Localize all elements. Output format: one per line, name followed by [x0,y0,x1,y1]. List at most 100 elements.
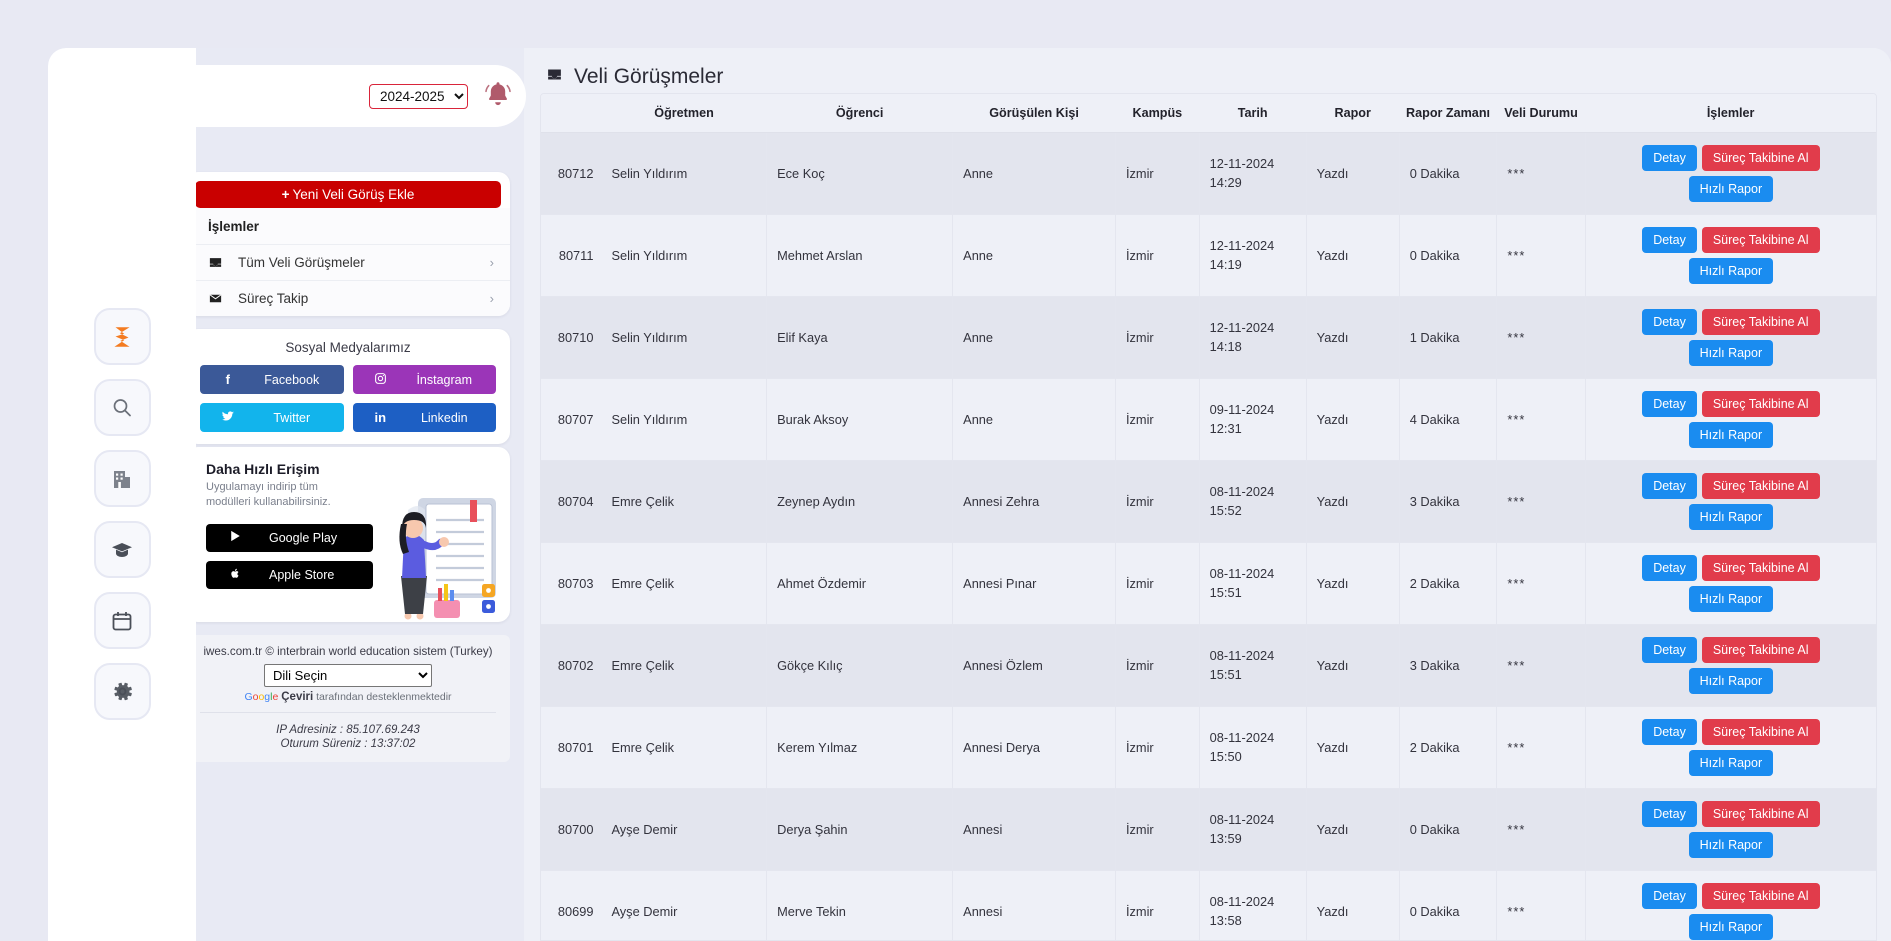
detail-button[interactable]: Detay [1642,801,1697,827]
cell-student: Gökçe Kılıç [766,624,954,707]
apple-store-button[interactable]: Apple Store [206,560,373,589]
meetings-table-head: Öğretmen Öğrenci Görüşülen Kişi Kampüs T… [541,94,1876,133]
row-actions: Detay Süreç Takibine Al Hızlı Rapor [1615,473,1847,530]
envelope-icon [208,291,238,306]
cell-teacher: Emre Çelik [601,460,768,543]
quick-report-button[interactable]: Hızlı Rapor [1688,258,1774,284]
instagram-link[interactable]: İnstagram [352,365,496,394]
chevron-right-icon: › [489,255,494,270]
rail-logo-button[interactable] [93,308,151,365]
play-icon [230,530,241,545]
rail-campus-button[interactable] [93,450,151,507]
row-actions: Detay Süreç Takibine Al Hızlı Rapor [1615,227,1847,284]
linkedin-link[interactable]: in Linkedin [352,403,496,432]
process-tracking-button[interactable]: Süreç Takibine Al [1701,309,1820,335]
actions-card: + Yeni Veli Görüş Ekle İşlemler Tüm Veli … [186,172,510,316]
quick-report-button[interactable]: Hızlı Rapor [1688,176,1774,202]
actions-card-title: İşlemler [186,208,510,245]
process-tracking-button[interactable]: Süreç Takibine Al [1701,391,1820,417]
table-row: 80702 Emre Çelik Gökçe Kılıç Annesi Özlem İz… [541,624,1876,707]
cell-duration: 3 Dakika [1399,460,1498,543]
detail-button[interactable]: Detay [1642,883,1697,909]
detail-button[interactable]: Detay [1642,473,1697,499]
table-row: 80700 Ayşe Demir Derya Şahin Annesi İzmir 08-… [541,788,1876,871]
process-tracking-button[interactable]: Süreç Takibine Al [1701,801,1820,827]
quick-report-button[interactable]: Hızlı Rapor [1688,504,1774,530]
app-promo-text: Uygulamayı indirip tüm modülleri kullana… [206,481,331,508]
language-select[interactable]: Dili Seçin [264,664,432,687]
process-tracking-button[interactable]: Süreç Takibine Al [1701,555,1820,581]
process-tracking-button[interactable]: Süreç Takibine Al [1701,145,1820,171]
cell-person: Anne [952,132,1116,215]
facebook-icon: f [225,372,230,387]
cell-report: Yazdı [1306,706,1400,789]
new-parent-meeting-button[interactable]: + Yeni Veli Görüş Ekle [195,181,501,208]
meetings-table-wrap: Öğretmen Öğrenci Görüşülen Kişi Kampüs T… [540,93,1877,941]
cell-student: Ahmet Özdemir [766,542,954,625]
sidebar-item-process-tracking[interactable]: Süreç Takip › [186,281,510,316]
cell-person: Anne [952,214,1116,297]
cell-campus: İzmir [1115,870,1200,940]
cell-report: Yazdı [1306,542,1400,625]
quick-report-button[interactable]: Hızlı Rapor [1688,914,1774,940]
cell-teacher: Ayşe Demir [601,788,768,871]
detail-button[interactable]: Detay [1642,227,1697,253]
academic-year-select[interactable]: 2024-20252023-20242022-2023 [369,83,468,109]
chevron-right-icon: › [489,291,494,306]
cell-teacher: Selin Yıldırım [601,214,768,297]
process-tracking-button[interactable]: Süreç Takibine Al [1701,719,1820,745]
sidebar-item-all-meetings-label: Tüm Veli Görüşmeler [238,255,365,270]
linkedin-label: Linkedin [420,410,468,425]
cell-campus: İzmir [1115,378,1200,461]
cell-student: Kerem Yılmaz [766,706,954,789]
quick-report-button[interactable]: Hızlı Rapor [1688,832,1774,858]
google-play-button[interactable]: Google Play [206,523,373,552]
detail-button[interactable]: Detay [1642,391,1697,417]
cell-duration: 1 Dakika [1399,296,1498,379]
cell-teacher: Emre Çelik [601,542,768,625]
quick-report-button[interactable]: Hızlı Rapor [1688,668,1774,694]
table-row: 80711 Selin Yıldırım Mehmet Arslan Anne İzmi… [541,214,1876,297]
bell-icon[interactable] [482,78,514,115]
detail-button[interactable]: Detay [1642,719,1697,745]
rail-calendar-button[interactable] [93,592,151,649]
building-icon [110,467,134,491]
cell-campus: İzmir [1115,788,1200,871]
rail-settings-button[interactable] [93,663,151,720]
main-content: Veli Görüşmeler Öğretmen Öğrenci Görüşül… [524,48,1891,941]
gear-icon [110,679,135,704]
quick-report-button[interactable]: Hızlı Rapor [1688,422,1774,448]
rail-search-button[interactable] [93,379,151,436]
detail-button[interactable]: Detay [1642,555,1697,581]
cell-parent-status: *** [1496,296,1586,379]
cell-parent-status: *** [1496,542,1586,625]
row-actions: Detay Süreç Takibine Al Hızlı Rapor [1615,555,1847,612]
twitter-link[interactable]: Twitter [200,403,344,432]
search-icon [110,396,134,420]
detail-button[interactable]: Detay [1642,637,1697,663]
detail-button[interactable]: Detay [1642,309,1697,335]
sidebar-item-all-meetings[interactable]: Tüm Veli Görüşmeler › [186,245,510,281]
cell-duration: 0 Dakika [1399,214,1498,297]
cell-teacher: Emre Çelik [601,624,768,707]
cell-duration: 0 Dakika [1399,788,1498,871]
facebook-link[interactable]: f Facebook [200,365,344,394]
table-row: 80710 Selin Yıldırım Elif Kaya Anne İzmir 12-… [541,296,1876,379]
calendar-icon [110,609,134,633]
process-tracking-button[interactable]: Süreç Takibine Al [1701,473,1820,499]
quick-report-button[interactable]: Hızlı Rapor [1688,586,1774,612]
process-tracking-button[interactable]: Süreç Takibine Al [1701,883,1820,909]
cell-id: 80711 [541,214,602,297]
session-duration-text: Oturum Süreniz : 13:37:02 [280,738,416,750]
quick-report-button[interactable]: Hızlı Rapor [1688,340,1774,366]
cell-actions: Detay Süreç Takibine Al Hızlı Rapor [1585,870,1876,940]
process-tracking-button[interactable]: Süreç Takibine Al [1701,637,1820,663]
cell-actions: Detay Süreç Takibine Al Hızlı Rapor [1585,132,1876,215]
col-parent-status: Veli Durumu [1496,94,1586,133]
cell-actions: Detay Süreç Takibine Al Hızlı Rapor [1585,542,1876,625]
process-tracking-button[interactable]: Süreç Takibine Al [1701,227,1820,253]
rail-education-button[interactable] [93,521,151,578]
cell-teacher: Ayşe Demir [601,870,768,940]
quick-report-button[interactable]: Hızlı Rapor [1688,750,1774,776]
detail-button[interactable]: Detay [1642,145,1697,171]
